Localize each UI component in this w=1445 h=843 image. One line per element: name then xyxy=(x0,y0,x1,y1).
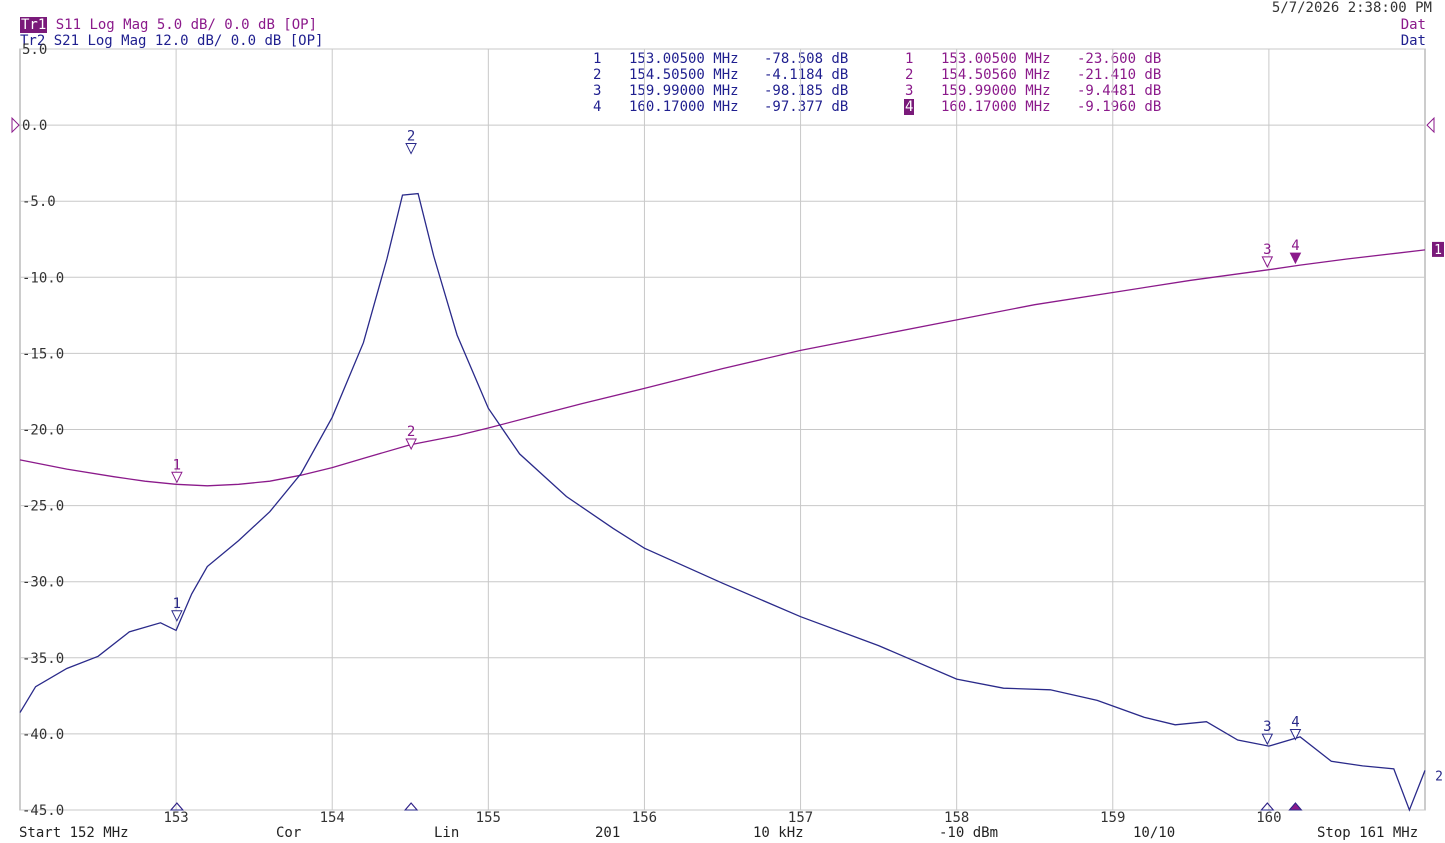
trace2-end-label: 2 xyxy=(1435,769,1443,784)
averaging[interactable]: 10/10 xyxy=(1133,825,1175,841)
y-tick-label: -5.0 xyxy=(22,194,56,210)
s11-marker-label: 3 xyxy=(1263,242,1271,258)
trace1-end-label: 1 xyxy=(1434,243,1442,258)
x-tick-label: 160 xyxy=(1256,810,1281,826)
s21-marker-label: 2 xyxy=(407,129,415,145)
s11-axis-marker xyxy=(169,802,184,811)
markers: 1 2 3 4 1 2 3 4 xyxy=(169,129,1303,811)
s21-axis-marker xyxy=(403,802,419,811)
if-bandwidth[interactable]: 10 kHz xyxy=(753,825,804,841)
s21-marker-3 xyxy=(1261,733,1274,746)
y-tick-label: -20.0 xyxy=(22,423,64,439)
s11-marker-1 xyxy=(171,471,183,484)
s21-axis-marker xyxy=(169,802,184,811)
s11-axis-marker xyxy=(1260,802,1275,811)
x-tick-label: 155 xyxy=(476,810,501,826)
trace-s11 xyxy=(19,249,1426,487)
y-tick-label: -30.0 xyxy=(22,575,64,591)
s11-marker-label: 2 xyxy=(407,424,415,440)
y-tick-label: -45.0 xyxy=(22,803,64,819)
trace-s21 xyxy=(19,192,1426,812)
s21-marker-label: 1 xyxy=(173,596,181,612)
y-tick-label: 5.0 xyxy=(22,42,47,58)
sweep-points[interactable]: 201 xyxy=(595,825,620,841)
x-tick-label: 153 xyxy=(163,810,188,826)
x-tick-label: 157 xyxy=(788,810,813,826)
y-tick-label: -15.0 xyxy=(22,346,64,362)
s11-axis-marker xyxy=(1288,802,1303,811)
grid xyxy=(19,48,1426,811)
s11-marker-label: 4 xyxy=(1291,238,1299,254)
x-tick-label: 159 xyxy=(1100,810,1125,826)
sweep-type[interactable]: Lin xyxy=(434,825,459,841)
s21-marker-label: 4 xyxy=(1291,715,1299,731)
x-tick-label: 158 xyxy=(944,810,969,826)
s11-marker-label: 1 xyxy=(173,457,181,473)
s21-marker-label: 3 xyxy=(1263,719,1271,735)
correction-status: Cor xyxy=(276,825,302,841)
x-tick-labels: 153 154 155 156 157 158 159 160 xyxy=(163,810,1281,826)
stop-frequency[interactable]: Stop 161 MHz xyxy=(1317,825,1418,841)
x-tick-label: 156 xyxy=(632,810,657,826)
s11-axis-marker xyxy=(404,802,419,811)
y-tick-label: -40.0 xyxy=(22,727,64,743)
s21-axis-marker xyxy=(1260,802,1275,811)
reference-left-icon xyxy=(11,116,20,134)
y-tick-label: 0.0 xyxy=(22,118,47,134)
s21-marker-4 xyxy=(1289,729,1302,741)
x-tick-label: 154 xyxy=(320,810,345,826)
y-tick-labels: 5.0 0.0 -5.0 -10.0 -15.0 -20.0 -25.0 -30.0 -35.0… xyxy=(22,42,64,819)
s11-marker-3 xyxy=(1261,256,1274,269)
traces xyxy=(19,192,1426,812)
s11-marker-4 xyxy=(1289,252,1302,265)
y-tick-label: -35.0 xyxy=(22,651,64,667)
s21-marker-2 xyxy=(405,143,417,155)
trace-plot[interactable]: 5.0 0.0 -5.0 -10.0 -15.0 -20.0 -25.0 -30.0 -35.0… xyxy=(0,0,1445,843)
start-frequency[interactable]: Start 152 MHz xyxy=(19,825,129,841)
reference-right-icon xyxy=(1426,116,1435,134)
reference-indicators: 12 xyxy=(11,116,1444,784)
y-tick-label: -10.0 xyxy=(22,270,64,286)
y-tick-label: -25.0 xyxy=(22,499,64,515)
source-power[interactable]: -10 dBm xyxy=(939,825,998,841)
